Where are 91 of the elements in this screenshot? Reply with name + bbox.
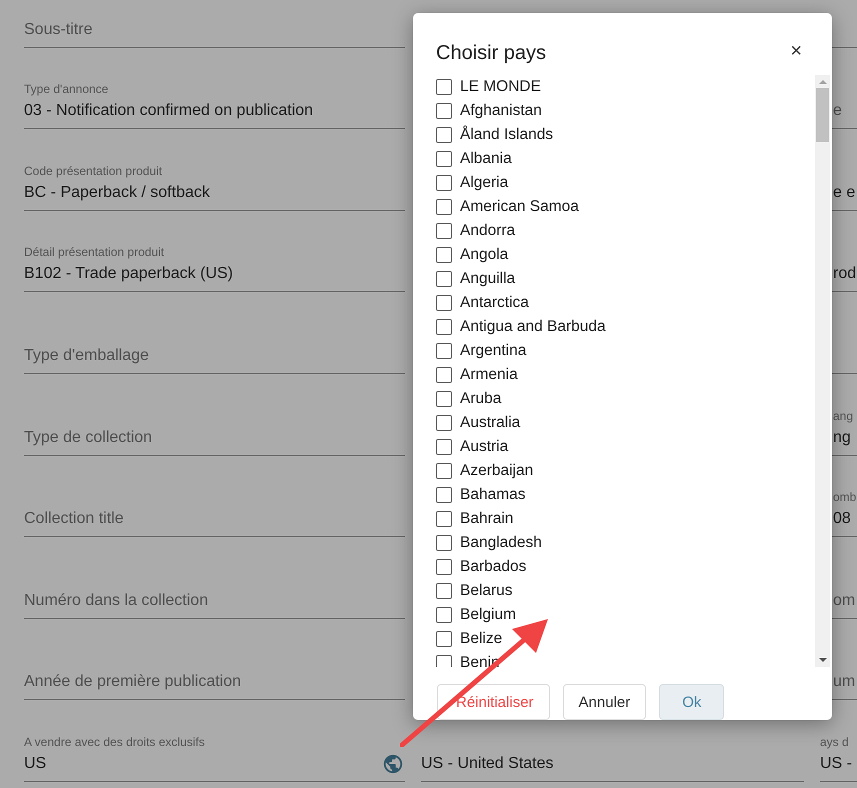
country-label[interactable]: Albania xyxy=(460,150,512,168)
country-label[interactable]: Antarctica xyxy=(460,294,529,312)
checkbox[interactable] xyxy=(436,631,452,647)
checkbox[interactable] xyxy=(436,583,452,599)
field-placeholder: um xyxy=(833,673,856,692)
country-label[interactable]: Belarus xyxy=(460,582,513,600)
dialog-title: Choisir pays xyxy=(436,42,546,65)
country-label[interactable]: LE MONDE xyxy=(460,78,541,96)
checkbox[interactable] xyxy=(436,247,452,263)
checkbox[interactable] xyxy=(436,535,452,551)
country-label[interactable]: Algeria xyxy=(460,174,508,192)
checkbox[interactable] xyxy=(436,367,452,383)
form-field[interactable]: Année de première publication xyxy=(24,618,405,700)
checkbox[interactable] xyxy=(436,319,452,335)
field-placeholder: Type de collection xyxy=(24,428,152,447)
field-value: US xyxy=(24,754,46,773)
globe-icon[interactable] xyxy=(382,752,404,775)
country-label[interactable]: Belize xyxy=(460,630,502,648)
field-value: e e xyxy=(833,184,856,202)
field-label: Type d'annonce xyxy=(24,82,110,96)
checkbox[interactable] xyxy=(436,487,452,503)
country-label[interactable]: Barbados xyxy=(460,558,526,576)
form-field[interactable]: Code présentation produit BC - Paperback / softback xyxy=(24,129,405,211)
field-value: BC - Paperback / softback xyxy=(24,184,210,202)
country-label[interactable]: Anguilla xyxy=(460,270,516,288)
checkbox[interactable] xyxy=(436,415,452,431)
checkbox[interactable] xyxy=(436,79,452,95)
field-label: ang xyxy=(833,408,854,423)
checkbox[interactable] xyxy=(436,199,452,215)
field-placeholder: Sous-titre xyxy=(24,20,92,39)
field-value: 08 xyxy=(833,510,851,528)
checkbox[interactable] xyxy=(436,271,452,287)
checkbox[interactable] xyxy=(436,175,452,191)
field-label: A vendre avec des droits exclusifs xyxy=(24,734,206,749)
field-placeholder: Collection title xyxy=(24,510,124,528)
field-placeholder: om xyxy=(833,592,856,610)
form-field[interactable]: Numéro dans la collection xyxy=(24,537,405,619)
form-field[interactable]: A vendre avec des droits exclusifs US xyxy=(24,700,405,782)
field-placeholder: e xyxy=(833,102,842,120)
country-label[interactable]: Bahamas xyxy=(460,486,526,504)
form-field[interactable]: Détail présentation produit B102 - Trade paperback (US) xyxy=(24,210,405,292)
checkbox[interactable] xyxy=(436,127,452,143)
checkbox[interactable] xyxy=(436,559,452,575)
field-label: ays d xyxy=(820,734,850,749)
country-label[interactable]: Australia xyxy=(460,414,520,432)
field-value: ng xyxy=(833,428,851,447)
dialog-button[interactable]: Réinitialiser xyxy=(437,684,550,720)
form-field[interactable]: Sous-titre xyxy=(24,0,405,48)
form-field[interactable]: Type de collection xyxy=(24,374,405,456)
close-button[interactable]: × xyxy=(788,41,804,61)
country-label[interactable]: Armenia xyxy=(460,366,518,384)
dialog-button[interactable]: Annuler xyxy=(562,684,646,720)
country-label[interactable]: Aruba xyxy=(460,390,502,408)
country-label[interactable]: Antigua and Barbuda xyxy=(460,318,606,336)
country-label[interactable]: Argentina xyxy=(460,342,526,360)
form-field[interactable]: Type d'emballage xyxy=(24,292,405,374)
scrollbar[interactable] xyxy=(815,75,830,667)
country-label[interactable]: Bangladesh xyxy=(460,534,542,552)
checkbox[interactable] xyxy=(436,655,452,667)
field-placeholder: Type d'emballage xyxy=(24,346,149,365)
form-field[interactable]: Collection title xyxy=(24,456,405,538)
checkbox[interactable] xyxy=(436,295,452,311)
country-label[interactable]: Angola xyxy=(460,246,508,264)
field-placeholder: Numéro dans la collection xyxy=(24,592,208,610)
checkbox[interactable] xyxy=(436,391,452,407)
checkbox[interactable] xyxy=(436,343,452,359)
country-label[interactable]: Austria xyxy=(460,438,508,456)
field-label: Détail présentation produit xyxy=(24,245,166,260)
field-label: omb xyxy=(833,490,857,504)
checkbox[interactable] xyxy=(436,103,452,119)
checkbox[interactable] xyxy=(436,511,452,527)
country-label[interactable]: Andorra xyxy=(460,222,516,240)
country-label[interactable]: Belgium xyxy=(460,606,516,624)
field-value: rod xyxy=(833,265,856,284)
checkbox[interactable] xyxy=(436,223,452,239)
checkbox[interactable] xyxy=(436,607,452,623)
field-value: B102 - Trade paperback (US) xyxy=(24,265,233,284)
field-value: US - United States xyxy=(421,754,554,773)
field-value: 03 - Notification confirmed on publication xyxy=(24,102,314,120)
country-label[interactable]: Åland Islands xyxy=(460,126,554,144)
checkbox[interactable] xyxy=(436,463,452,479)
checkbox[interactable] xyxy=(436,151,452,167)
checkbox[interactable] xyxy=(436,439,452,455)
country-label[interactable]: Bahrain xyxy=(460,510,514,528)
country-label[interactable]: American Samoa xyxy=(460,198,579,216)
form-field[interactable]: Type d'annonce 03 - Notification confirmed on publication xyxy=(24,48,405,130)
field-value: US - xyxy=(820,754,852,773)
country-label[interactable]: Afghanistan xyxy=(460,102,542,120)
field-placeholder: Année de première publication xyxy=(24,673,242,692)
country-label[interactable]: Azerbaijan xyxy=(460,462,534,480)
field-label: Code présentation produit xyxy=(24,164,164,178)
